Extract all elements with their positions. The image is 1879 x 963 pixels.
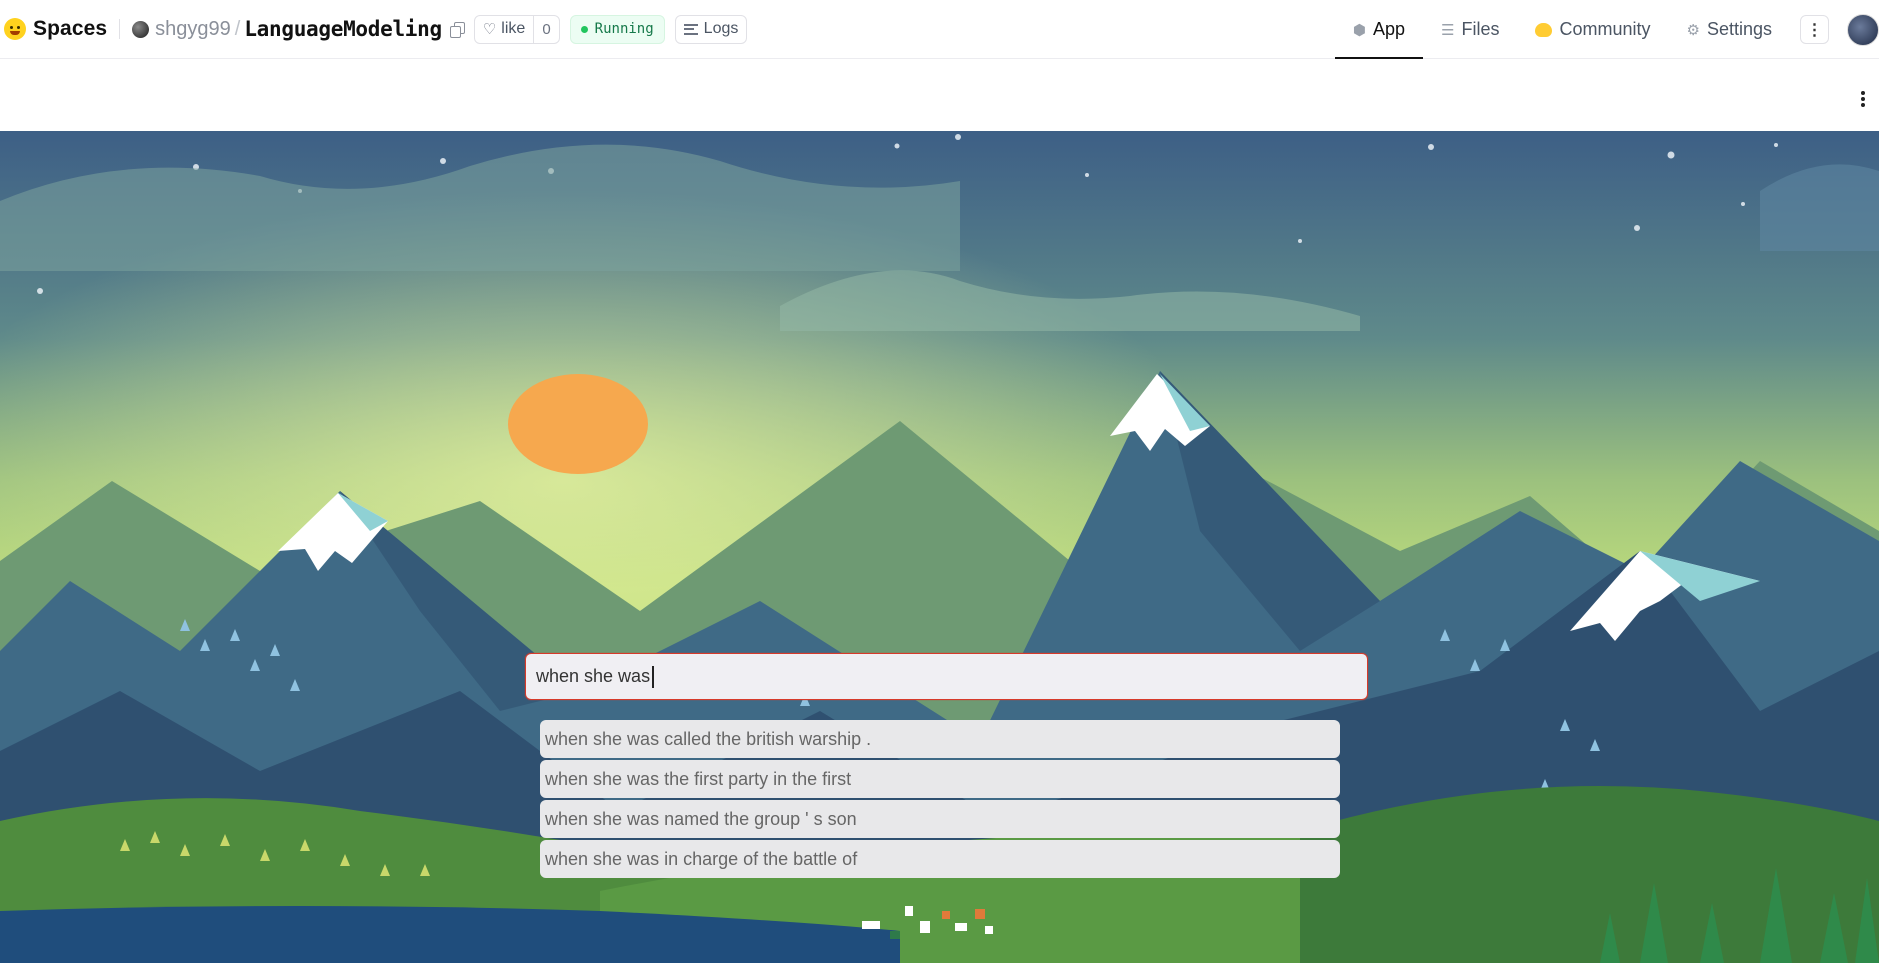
tab-app[interactable]: ⬢ App — [1334, 0, 1424, 59]
suggestion-item[interactable]: when she was the first party in the firs… — [540, 760, 1340, 798]
huggingface-logo-icon[interactable] — [4, 18, 26, 40]
text-input[interactable]: when she was — [525, 653, 1368, 700]
tab-community-label: Community — [1559, 19, 1651, 39]
path-separator: / — [234, 17, 241, 40]
status-badge[interactable]: Running — [569, 14, 665, 44]
more-options-button[interactable]: ⋮ — [1800, 15, 1829, 44]
suggestion-item[interactable]: when she was in charge of the battle of — [540, 840, 1340, 878]
status-label: Running — [594, 21, 654, 37]
files-icon: ☰ — [1441, 21, 1455, 39]
logs-button[interactable]: Logs — [674, 14, 748, 44]
owner-link[interactable]: shgyg99 — [155, 18, 231, 41]
tab-app-label: App — [1372, 19, 1405, 39]
tab-files[interactable]: ☰ Files — [1423, 0, 1517, 59]
text-caret — [652, 665, 654, 688]
tab-community[interactable]: Community — [1517, 0, 1668, 59]
tab-files-label: Files — [1461, 19, 1500, 39]
gear-icon: ⚙ — [1686, 21, 1700, 39]
app-header-bar — [0, 59, 1879, 131]
app-background-scene: when she was when she was called the bri… — [0, 131, 1879, 963]
app-menu-kebab-icon[interactable] — [1861, 91, 1865, 107]
space-name-link[interactable]: LanguageModeling — [244, 17, 442, 41]
copy-icon[interactable] — [449, 22, 465, 38]
like-count[interactable]: 0 — [533, 15, 558, 43]
input-value: when she was — [536, 666, 651, 686]
space-title-group: Spaces shgyg99 / LanguageModeling ♡ like … — [4, 14, 748, 44]
space-tabs: ⬢ App ☰ Files Community ⚙ Settings ⋮ — [1334, 0, 1879, 59]
owner-avatar[interactable] — [132, 20, 150, 38]
user-avatar[interactable] — [1847, 14, 1879, 46]
logs-icon — [683, 23, 698, 35]
tab-settings-label: Settings — [1706, 19, 1772, 39]
suggestion-item[interactable]: when she was called the british warship … — [540, 720, 1340, 758]
community-icon — [1535, 22, 1553, 37]
suggestion-item[interactable]: when she was named the group ' s son — [540, 800, 1340, 838]
spaces-link[interactable]: Spaces — [33, 17, 107, 41]
top-navigation-bar: Spaces shgyg99 / LanguageModeling ♡ like … — [0, 0, 1879, 59]
heart-icon: ♡ — [482, 21, 497, 38]
cube-icon: ⬢ — [1352, 21, 1366, 39]
like-label: like — [501, 20, 526, 37]
status-dot-icon — [580, 25, 588, 33]
divider — [119, 19, 121, 39]
suggestion-list: when she was called the british warship … — [540, 720, 1340, 880]
tab-settings[interactable]: ⚙ Settings — [1669, 0, 1791, 59]
like-button[interactable]: ♡ like 0 — [473, 14, 560, 44]
logs-label: Logs — [703, 20, 739, 37]
